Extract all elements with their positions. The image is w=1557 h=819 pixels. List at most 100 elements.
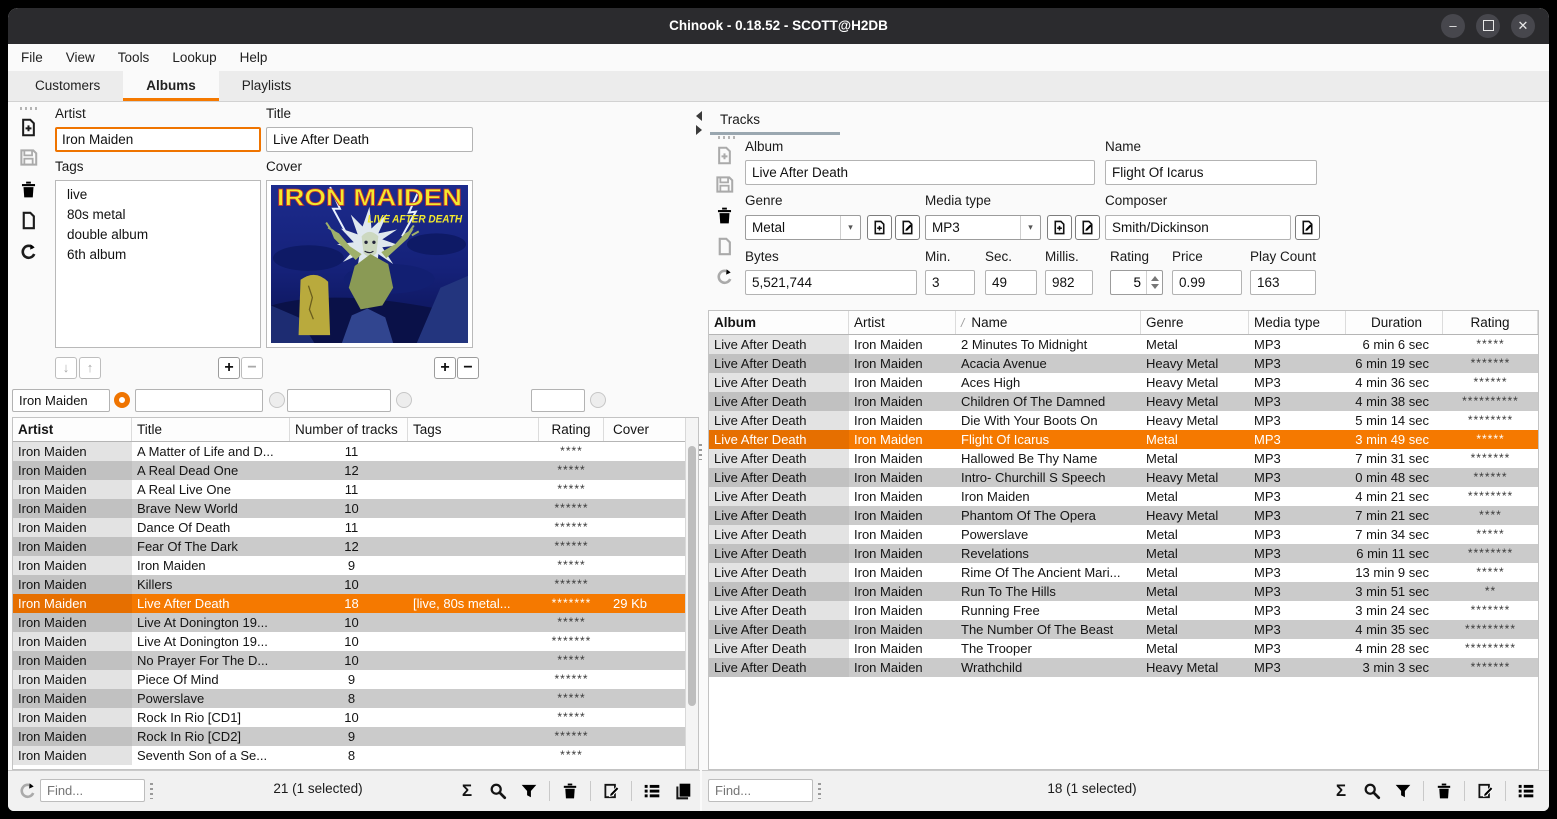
track-add-button[interactable]	[713, 144, 735, 166]
add-button[interactable]	[17, 116, 39, 138]
genre-add-button[interactable]	[867, 215, 892, 240]
table-row[interactable]: Live After DeathIron MaidenAces HighHeav…	[709, 373, 1538, 392]
column-header[interactable]: Cover	[604, 418, 687, 441]
tracks-table-header[interactable]: AlbumArtist/NameGenreMedia typeDurationR…	[709, 311, 1538, 335]
table-row[interactable]: Live After DeathIron MaidenRunning FreeM…	[709, 601, 1538, 620]
save-button[interactable]	[17, 146, 39, 168]
chevron-down-icon[interactable]: ▾	[1020, 216, 1040, 239]
tracks-filter-input[interactable]	[287, 389, 391, 412]
table-row[interactable]: Live After DeathIron MaidenThe TrooperMe…	[709, 639, 1538, 658]
column-header[interactable]: Title	[132, 418, 290, 441]
table-row[interactable]: Iron MaidenLive At Donington 19...10****…	[13, 632, 698, 651]
tag-add-button[interactable]: +	[218, 357, 240, 379]
track-album-input[interactable]	[745, 160, 1095, 185]
track-refresh-button[interactable]	[713, 266, 735, 288]
albums-scrollbar[interactable]	[685, 418, 698, 770]
artist-input[interactable]	[55, 127, 261, 152]
menu-tools[interactable]: Tools	[115, 50, 153, 65]
tracks-find-input[interactable]	[708, 779, 813, 802]
rating-filter-input[interactable]	[531, 389, 585, 412]
track-delete-button[interactable]	[713, 204, 735, 226]
tag-item[interactable]: live	[56, 181, 260, 205]
table-row[interactable]: Live After DeathIron MaidenPhantom Of Th…	[709, 506, 1538, 525]
column-header[interactable]: /Name	[956, 311, 1141, 334]
table-row[interactable]: Live After DeathIron MaidenRime Of The A…	[709, 563, 1538, 582]
artist-filter-toggle[interactable]	[114, 392, 130, 408]
table-row[interactable]: Live After DeathIron MaidenAcacia Avenue…	[709, 354, 1538, 373]
delete-button[interactable]	[17, 178, 39, 200]
column-header[interactable]: Genre	[1141, 311, 1249, 334]
composer-edit-button[interactable]	[1295, 215, 1320, 240]
table-row[interactable]: Live After DeathIron MaidenFlight Of Ica…	[709, 430, 1538, 449]
summary-button[interactable]: Σ	[456, 780, 478, 802]
table-row[interactable]: Live After DeathIron MaidenWrathchildHea…	[709, 658, 1538, 677]
price-input[interactable]	[1172, 270, 1242, 295]
table-row[interactable]: Live After DeathIron Maiden2 Minutes To …	[709, 335, 1538, 354]
genre-combobox[interactable]: Metal ▾	[745, 215, 861, 240]
delete-rows-button[interactable]	[1433, 780, 1455, 802]
edit-rows-button[interactable]	[600, 780, 622, 802]
refresh-button[interactable]	[17, 241, 39, 263]
filter-button[interactable]	[1392, 780, 1414, 802]
table-row[interactable]: Iron MaidenKillers10******	[13, 575, 698, 594]
table-row[interactable]: Live After DeathIron MaidenHallowed Be T…	[709, 449, 1538, 468]
edit-rows-button[interactable]	[1474, 780, 1496, 802]
copy-button[interactable]	[672, 780, 694, 802]
album-title-input[interactable]	[266, 127, 473, 152]
column-header[interactable]: Artist	[849, 311, 956, 334]
table-row[interactable]: Live After DeathIron MaidenIron MaidenMe…	[709, 487, 1538, 506]
panel-splitter-controls[interactable]	[696, 111, 702, 135]
table-row[interactable]: Live After DeathIron MaidenRevelationsMe…	[709, 544, 1538, 563]
albums-scrollbar-thumb[interactable]	[688, 446, 696, 706]
table-row[interactable]: Live After DeathIron MaidenPowerslaveMet…	[709, 525, 1538, 544]
track-name-input[interactable]	[1105, 160, 1317, 185]
albums-find-input[interactable]	[40, 779, 145, 802]
title-filter-input[interactable]	[135, 389, 263, 412]
table-row[interactable]: Iron MaidenA Real Live One11*****	[13, 480, 698, 499]
search-button[interactable]	[487, 780, 509, 802]
tag-item[interactable]: 80s metal	[56, 205, 260, 225]
column-header[interactable]: Number of tracks	[290, 418, 408, 441]
cover-remove-button[interactable]: −	[457, 357, 479, 379]
composer-input[interactable]	[1105, 215, 1291, 240]
media-type-combobox[interactable]: MP3 ▾	[925, 215, 1041, 240]
table-row[interactable]: Iron MaidenFear Of The Dark12******	[13, 537, 698, 556]
table-row[interactable]: Live After DeathIron MaidenIntro- Church…	[709, 468, 1538, 487]
chevron-down-icon[interactable]: ▾	[840, 216, 860, 239]
genre-edit-button[interactable]	[895, 215, 920, 240]
spinner-buttons[interactable]	[1146, 271, 1162, 294]
table-row[interactable]: Live After DeathIron MaidenThe Number Of…	[709, 620, 1538, 639]
table-row[interactable]: Iron MaidenSeventh Son of a Se...8****	[13, 746, 698, 765]
column-header[interactable]: Album	[709, 311, 849, 334]
sec-input[interactable]	[985, 270, 1037, 295]
track-save-button[interactable]	[713, 173, 735, 195]
minimize-button[interactable]: –	[1441, 14, 1465, 38]
search-button[interactable]	[1361, 780, 1383, 802]
title-filter-toggle[interactable]	[269, 392, 285, 408]
toolbar-drag-handle[interactable]	[718, 136, 736, 139]
bytes-input[interactable]	[745, 270, 917, 295]
millis-input[interactable]	[1045, 270, 1093, 295]
media-edit-button[interactable]	[1075, 215, 1100, 240]
column-header[interactable]: Media type	[1249, 311, 1346, 334]
delete-rows-button[interactable]	[559, 780, 581, 802]
tab-tracks[interactable]: Tracks	[720, 112, 760, 127]
menu-view[interactable]: View	[63, 50, 98, 65]
columns-button[interactable]	[641, 780, 663, 802]
table-row[interactable]: Iron MaidenRock In Rio [CD1]10*****	[13, 708, 698, 727]
close-button[interactable]: ✕	[1511, 14, 1535, 38]
table-row[interactable]: Iron MaidenDance Of Death11******	[13, 518, 698, 537]
cover-field[interactable]: IRON MAIDEN LIVE AFTER DEATH	[266, 180, 473, 348]
clear-button[interactable]	[17, 209, 39, 231]
table-row[interactable]: Iron MaidenLive After Death18[live, 80s …	[13, 594, 698, 613]
summary-button[interactable]: Σ	[1330, 780, 1352, 802]
table-row[interactable]: Iron MaidenBrave New World10******	[13, 499, 698, 518]
table-row[interactable]: Iron MaidenA Matter of Life and D...11**…	[13, 442, 698, 461]
toolbar-drag-handle[interactable]	[20, 107, 38, 110]
menu-lookup[interactable]: Lookup	[169, 50, 219, 65]
table-row[interactable]: Live After DeathIron MaidenDie With Your…	[709, 411, 1538, 430]
table-row[interactable]: Iron MaidenNo Prayer For The D...10*****	[13, 651, 698, 670]
columns-button[interactable]	[1515, 780, 1537, 802]
table-row[interactable]: Iron MaidenA Real Dead One12*****	[13, 461, 698, 480]
tag-item[interactable]: double album	[56, 225, 260, 245]
